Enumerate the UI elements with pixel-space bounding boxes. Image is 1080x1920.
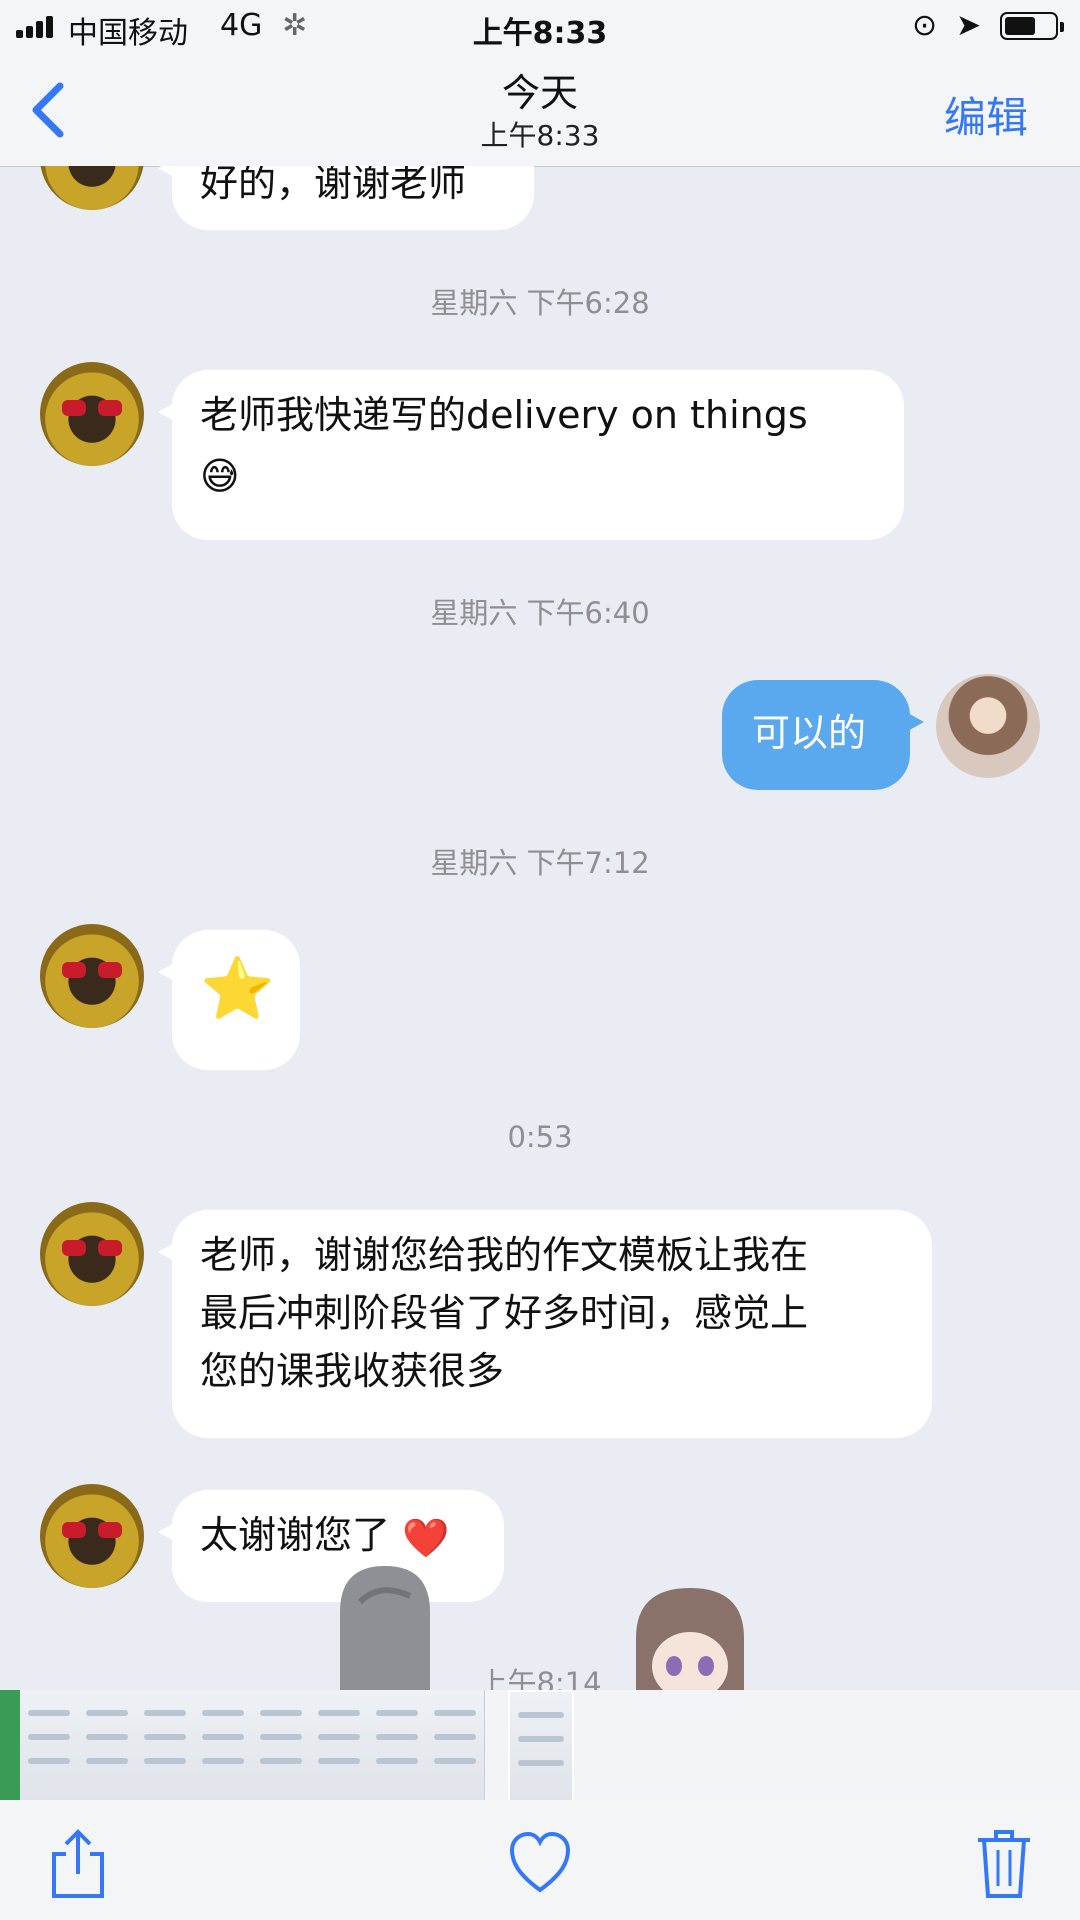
thumbnail[interactable] xyxy=(0,1690,21,1800)
edit-button[interactable]: 编辑 xyxy=(944,84,1028,145)
thumbnail[interactable] xyxy=(20,1690,79,1800)
message-bubble-outgoing: 可以的 xyxy=(722,680,924,790)
thumbnail-selected[interactable] xyxy=(508,1690,574,1804)
avatar xyxy=(40,1484,144,1588)
bottom-toolbar xyxy=(0,1800,1080,1920)
message-bubble: 老师，谢谢您给我的作文模板让我在 最后冲刺阶段省了好多时间，感觉上 您的课我收获… xyxy=(158,1210,932,1438)
thumbnail[interactable] xyxy=(252,1690,311,1800)
timestamp: 星期六 下午6:28 xyxy=(430,286,650,320)
message-text-line: 老师，谢谢您给我的作文模板让我在 xyxy=(200,1233,809,1277)
message-bubble: 好的，谢谢老师 xyxy=(158,166,534,230)
message-text: 好的，谢谢老师 xyxy=(200,166,467,205)
thumbnail[interactable] xyxy=(310,1690,369,1800)
avatar xyxy=(40,362,144,466)
heart-icon[interactable] xyxy=(508,1828,572,1900)
message-bubble: ⭐ xyxy=(158,930,300,1070)
thumbnail[interactable] xyxy=(78,1690,137,1800)
chat-screenshot: 好的，谢谢老师 星期六 下午6:28 老师我快递写的delivery on th… xyxy=(0,166,1080,1690)
location-icon: ➤ xyxy=(956,8,982,43)
avatar xyxy=(40,166,144,210)
message-text-line: 最后冲刺阶段省了好多时间，感觉上 xyxy=(200,1291,809,1335)
page-subtitle: 上午8:33 xyxy=(480,119,600,152)
thumbnail[interactable] xyxy=(368,1690,427,1800)
trash-icon[interactable] xyxy=(974,1828,1034,1900)
timestamp: 星期六 下午7:12 xyxy=(430,846,650,880)
heart-emoji: ❤️ xyxy=(402,1515,450,1560)
timestamp: 上午8:14 xyxy=(478,1666,602,1690)
thumbnail-strip[interactable] xyxy=(0,1690,1080,1804)
avatar xyxy=(936,674,1040,778)
timestamp: 星期六 下午6:40 xyxy=(430,596,650,630)
thumbnail[interactable] xyxy=(194,1690,253,1800)
message-text: 太谢谢您了 xyxy=(200,1513,391,1557)
page-title: 今天 xyxy=(501,71,578,115)
message-bubble: 老师我快递写的delivery on things 😅 xyxy=(158,370,904,540)
avatar xyxy=(40,924,144,1028)
star-emoji: ⭐ xyxy=(200,954,275,1024)
thumbnail[interactable] xyxy=(136,1690,195,1800)
timestamp: 0:53 xyxy=(507,1120,573,1154)
status-bar: 中国移动 4G ✲ 上午8:33 ⊙ ➤ xyxy=(0,0,1080,52)
thumbnail[interactable] xyxy=(426,1690,485,1800)
avatar xyxy=(40,1202,144,1306)
share-icon[interactable] xyxy=(48,1828,108,1900)
message-text: 老师我快递写的delivery on things xyxy=(200,393,808,437)
sweat-smile-emoji: 😅 xyxy=(200,453,240,498)
battery-icon xyxy=(1000,12,1064,40)
message-text: 可以的 xyxy=(752,711,867,755)
message-text-line: 您的课我收获很多 xyxy=(200,1349,505,1393)
orientation-lock-icon: ⊙ xyxy=(912,8,938,43)
